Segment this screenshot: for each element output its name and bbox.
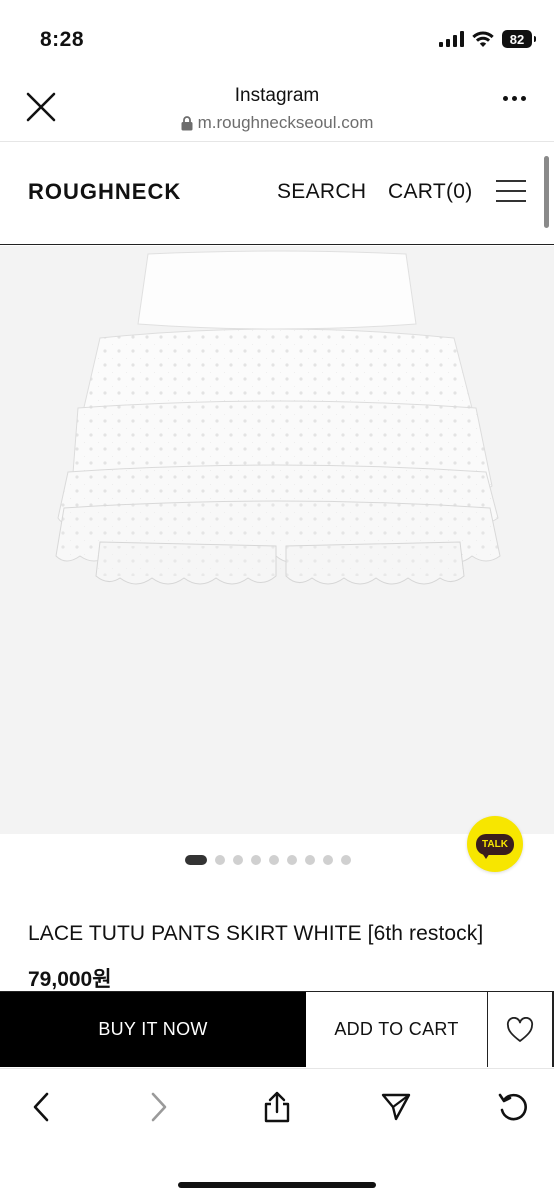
site-logo[interactable]: ROUGHNECK <box>28 179 181 205</box>
share-button[interactable] <box>259 1089 295 1125</box>
lock-icon <box>181 115 193 130</box>
url-text: m.roughneckseoul.com <box>197 113 374 132</box>
back-button[interactable] <box>23 1089 59 1125</box>
forward-button[interactable] <box>141 1089 177 1125</box>
add-to-cart-button[interactable]: ADD TO CART <box>306 992 488 1067</box>
status-icons: 82 <box>439 30 536 48</box>
status-bar: 8:28 82 <box>0 0 554 70</box>
action-bar: BUY IT NOW ADD TO CART <box>0 991 554 1067</box>
carousel-dot[interactable] <box>233 855 243 865</box>
carousel-dot[interactable] <box>251 855 261 865</box>
carousel-dot[interactable] <box>287 855 297 865</box>
kakao-talk-button[interactable]: TALK <box>467 816 523 872</box>
browser-url[interactable]: m.roughneckseoul.com <box>0 113 554 133</box>
share-icon <box>264 1091 290 1123</box>
browser-header: Instagram m.roughneckseoul.com <box>0 70 554 142</box>
heart-icon <box>506 1016 534 1042</box>
status-time: 8:28 <box>40 28 85 51</box>
send-button[interactable] <box>378 1089 414 1125</box>
carousel-dot[interactable] <box>341 855 351 865</box>
carousel-dot[interactable] <box>305 855 315 865</box>
nav-search-link[interactable]: SEARCH <box>277 180 366 204</box>
signal-icon <box>439 31 464 47</box>
talk-icon: TALK <box>476 833 514 859</box>
wishlist-button[interactable] <box>488 992 554 1067</box>
more-icon[interactable] <box>503 96 526 101</box>
refresh-icon <box>498 1093 527 1121</box>
forward-icon <box>151 1092 167 1122</box>
carousel-dot[interactable] <box>323 855 333 865</box>
lace-skirt-illustration <box>55 250 501 585</box>
back-icon <box>33 1092 49 1122</box>
carousel-dot-active[interactable] <box>185 855 207 865</box>
carousel-dot[interactable] <box>269 855 279 865</box>
site-header: ROUGHNECK SEARCH CART(0) <box>0 142 554 245</box>
browser-title: Instagram <box>234 85 320 106</box>
hamburger-icon[interactable] <box>496 180 526 202</box>
nav-cart-link[interactable]: CART(0) <box>388 180 473 204</box>
carousel-dot[interactable] <box>215 855 225 865</box>
battery-level: 82 <box>509 31 525 47</box>
product-image[interactable] <box>0 246 554 834</box>
wifi-icon <box>472 30 494 47</box>
product-name: LACE TUTU PANTS SKIRT WHITE [6th restock… <box>28 922 484 945</box>
send-icon <box>381 1093 411 1121</box>
carousel-dots <box>185 855 351 865</box>
browser-toolbar <box>0 1068 554 1200</box>
home-indicator[interactable] <box>178 1182 376 1188</box>
buy-now-button[interactable]: BUY IT NOW <box>0 992 306 1067</box>
refresh-button[interactable] <box>495 1089 531 1125</box>
battery-icon: 82 <box>502 30 536 48</box>
product-price: 79,000원 <box>28 968 112 991</box>
page-scrollbar[interactable] <box>544 156 549 228</box>
